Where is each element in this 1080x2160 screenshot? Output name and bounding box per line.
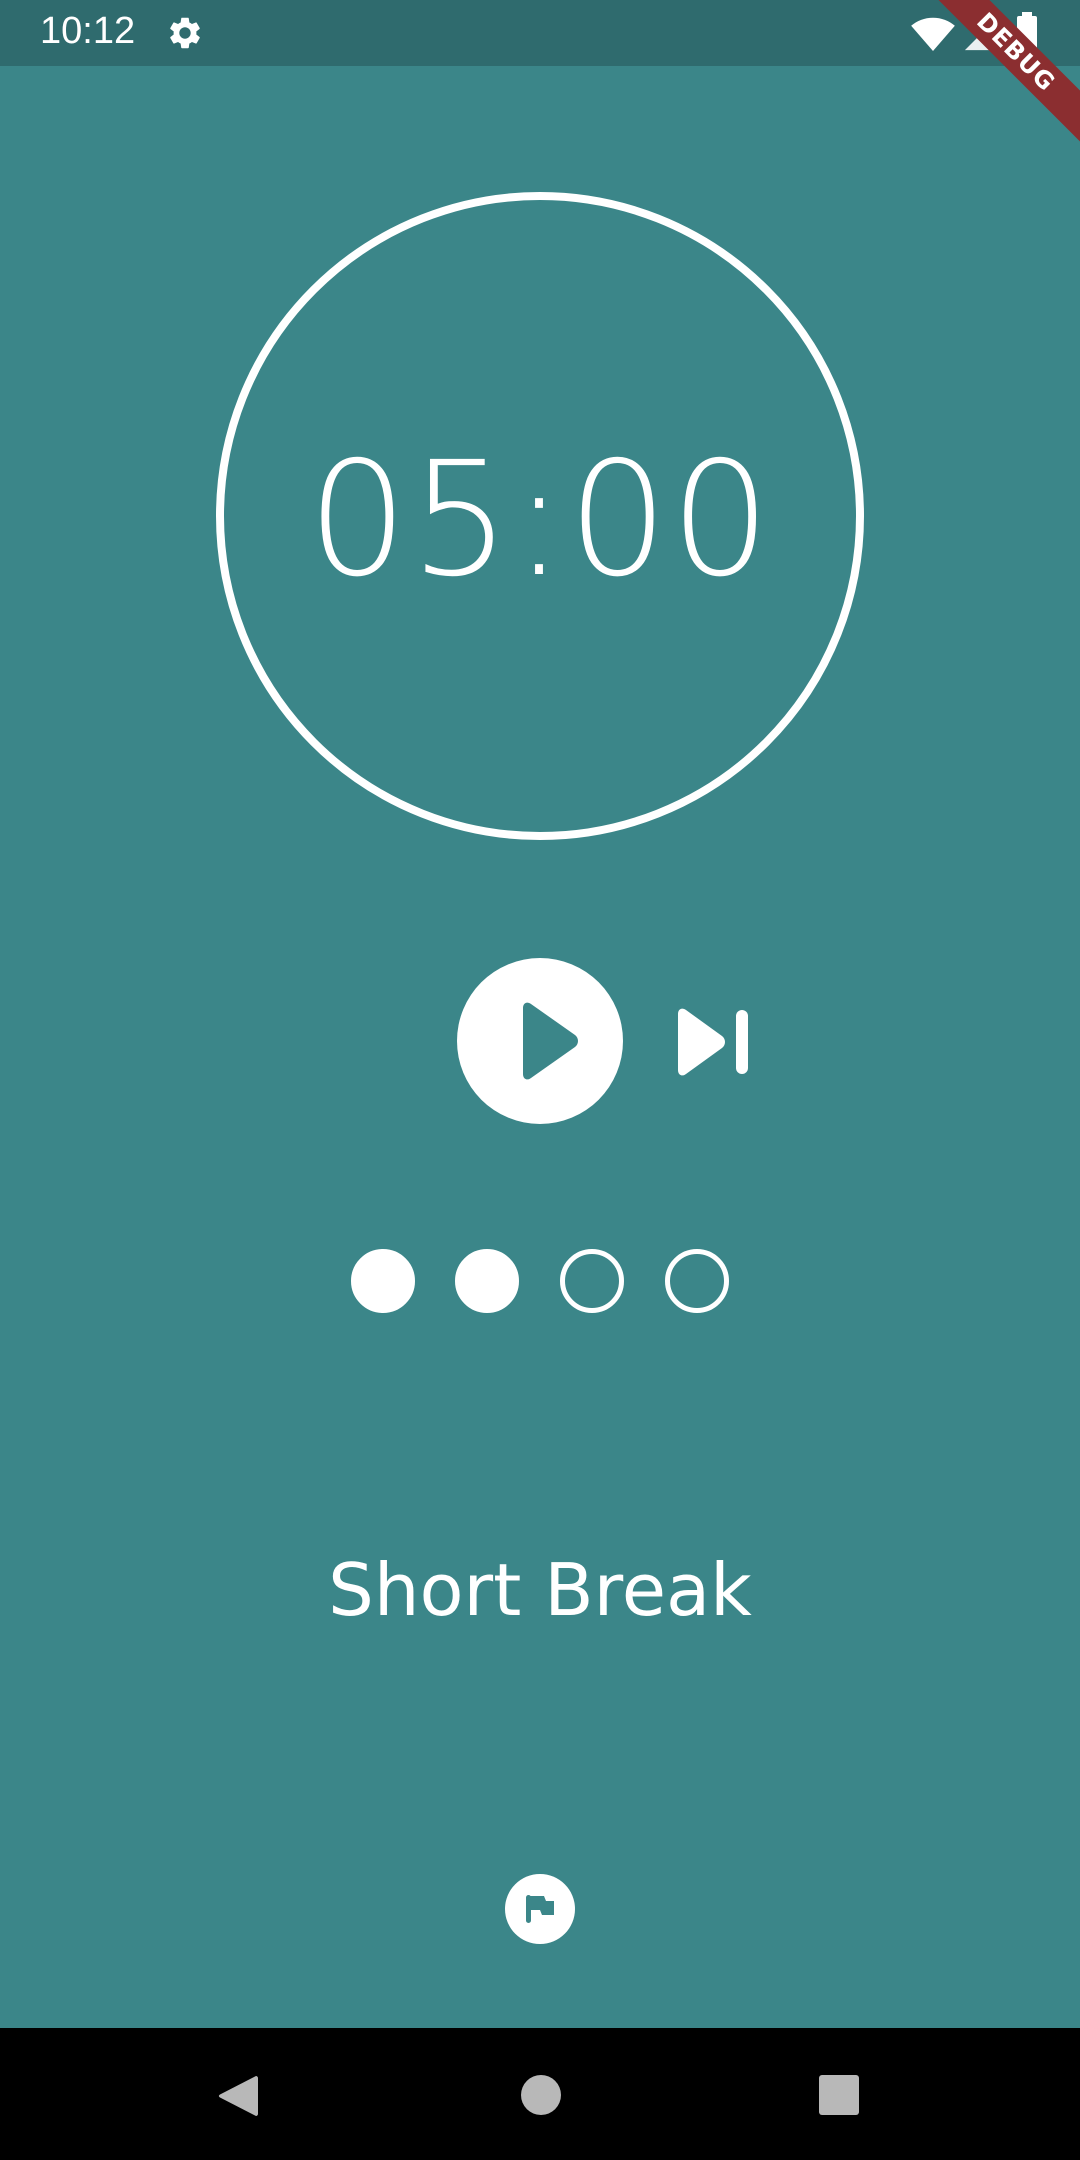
skip-next-button[interactable]: [670, 1000, 756, 1084]
flag-icon: [522, 1891, 558, 1931]
session-dot-completed: [351, 1249, 415, 1313]
flag-button[interactable]: [505, 1874, 575, 1944]
play-icon: [515, 1002, 581, 1084]
skip-next-icon: [678, 1008, 748, 1076]
back-icon[interactable]: [216, 2072, 260, 2124]
gear-icon: [166, 14, 204, 56]
wifi-icon: [910, 14, 956, 56]
recents-icon[interactable]: [818, 2074, 860, 2120]
home-icon[interactable]: [520, 2074, 562, 2120]
session-dot-pending: [560, 1249, 624, 1313]
session-dot-completed: [455, 1249, 519, 1313]
status-bar: 10:12: [0, 0, 1080, 66]
status-time: 10:12: [40, 10, 136, 52]
timer-display: 05:00: [307, 428, 773, 612]
timer-screen: 10:12 DEBUG 05:00 Short Break: [0, 0, 1080, 2160]
navigation-bar: [0, 2028, 1080, 2160]
play-button[interactable]: [457, 958, 623, 1124]
session-dot-pending: [665, 1249, 729, 1313]
mode-label: Short Break: [328, 1548, 752, 1632]
